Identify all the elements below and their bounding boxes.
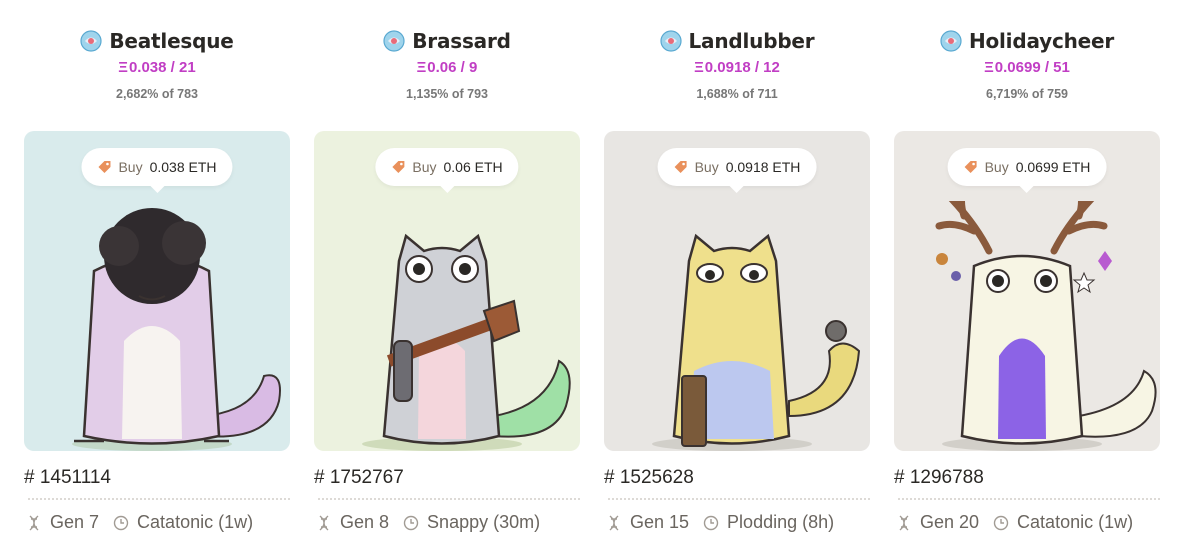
price-tag-icon bbox=[964, 161, 977, 173]
dna-icon bbox=[29, 514, 39, 531]
dna-icon bbox=[319, 514, 329, 531]
card-divider bbox=[28, 498, 290, 500]
cooldown: Catatonic (1w) bbox=[137, 512, 254, 532]
kitty-illustration bbox=[72, 208, 281, 451]
kitty-meta: Gen 8 Snappy (30m) bbox=[316, 512, 540, 533]
cattribute-price[interactable]: Ξ0.06 / 9 bbox=[314, 57, 580, 79]
buy-button[interactable]: Buy 0.06 ETH bbox=[375, 148, 519, 186]
cooldown: Plodding (8h) bbox=[727, 512, 835, 532]
cattribute-badge-icon bbox=[383, 30, 405, 52]
generation: Gen 20 bbox=[920, 512, 980, 532]
card-divider bbox=[318, 498, 580, 500]
kitty-id[interactable]: # 1752767 bbox=[314, 467, 404, 489]
rarity-stat: 6,719% of 759 bbox=[986, 87, 1068, 101]
buy-price: 0.0699 ETH bbox=[1015, 159, 1091, 175]
cattribute-name[interactable]: Landlubber bbox=[689, 29, 815, 53]
kitty-image[interactable]: Buy 0.06 ETH bbox=[314, 131, 580, 451]
kitty-illustration bbox=[362, 233, 571, 451]
dna-icon bbox=[609, 514, 619, 531]
rarity-stat: 2,682% of 783 bbox=[116, 87, 198, 101]
cattribute-name[interactable]: Holidaycheer bbox=[969, 29, 1114, 53]
buy-price: 0.0918 ETH bbox=[725, 159, 801, 175]
kitty-meta: Gen 7 Catatonic (1w) bbox=[26, 512, 253, 533]
kitty-id[interactable]: # 1296788 bbox=[894, 467, 984, 489]
cattribute-badge-icon bbox=[80, 30, 102, 52]
price-tag-icon bbox=[674, 161, 687, 173]
cattribute-badge-icon bbox=[940, 30, 962, 52]
price-count: 0.0699 / 51 bbox=[994, 59, 1070, 76]
price-count: 0.038 / 21 bbox=[128, 59, 196, 76]
kitty-id[interactable]: # 1451114 bbox=[24, 467, 111, 489]
card-divider bbox=[608, 498, 870, 500]
clock-icon bbox=[703, 515, 719, 530]
kitty-image[interactable]: Buy 0.0918 ETH bbox=[604, 131, 870, 451]
kitty-image[interactable]: Buy 0.038 ETH bbox=[24, 131, 290, 451]
price-count: 0.06 / 9 bbox=[427, 59, 478, 76]
cattribute-price[interactable]: Ξ0.038 / 21 bbox=[24, 57, 290, 79]
kitty-card[interactable]: Brassard Ξ0.06 / 9 1,135% of 793 Buy 0.0… bbox=[314, 0, 580, 560]
kitty-illustration bbox=[935, 201, 1157, 451]
cattribute-price[interactable]: Ξ0.0918 / 12 bbox=[604, 57, 870, 79]
buy-button[interactable]: Buy 0.0699 ETH bbox=[947, 148, 1107, 186]
card-header: Beatlesque Ξ0.038 / 21 2,682% of 783 bbox=[24, 27, 290, 103]
card-header: Landlubber Ξ0.0918 / 12 1,688% of 711 bbox=[604, 27, 870, 103]
price-count: 0.0918 / 12 bbox=[704, 59, 780, 76]
buy-label: Buy bbox=[118, 159, 143, 175]
eth-symbol: Ξ bbox=[118, 59, 128, 76]
buy-label: Buy bbox=[694, 159, 719, 175]
kitty-card[interactable]: Holidaycheer Ξ0.0699 / 51 6,719% of 759 … bbox=[894, 0, 1160, 560]
kitty-id[interactable]: # 1525628 bbox=[604, 467, 694, 489]
clock-icon bbox=[403, 515, 419, 530]
clock-icon bbox=[993, 515, 1009, 530]
eth-symbol: Ξ bbox=[984, 59, 994, 76]
kitty-illustration bbox=[652, 233, 861, 451]
clock-icon bbox=[113, 515, 129, 530]
generation: Gen 7 bbox=[50, 512, 100, 532]
buy-label: Buy bbox=[412, 159, 437, 175]
cattribute-name[interactable]: Beatlesque bbox=[109, 29, 234, 53]
price-tag-icon bbox=[392, 161, 405, 173]
card-divider bbox=[898, 498, 1160, 500]
buy-price: 0.038 ETH bbox=[149, 159, 217, 175]
buy-label: Buy bbox=[984, 159, 1009, 175]
kitty-image[interactable]: Buy 0.0699 ETH bbox=[894, 131, 1160, 451]
buy-button[interactable]: Buy 0.0918 ETH bbox=[657, 148, 817, 186]
buy-button[interactable]: Buy 0.038 ETH bbox=[81, 148, 233, 186]
cooldown: Catatonic (1w) bbox=[1017, 512, 1134, 532]
dna-icon bbox=[899, 514, 909, 531]
buy-price: 0.06 ETH bbox=[443, 159, 503, 175]
cattribute-name[interactable]: Brassard bbox=[412, 29, 511, 53]
kitty-card[interactable]: Beatlesque Ξ0.038 / 21 2,682% of 783 Buy… bbox=[24, 0, 290, 560]
cattribute-badge-icon bbox=[659, 30, 682, 52]
eth-symbol: Ξ bbox=[416, 59, 427, 76]
rarity-stat: 1,688% of 711 bbox=[696, 87, 778, 101]
kitty-meta: Gen 15 Plodding (8h) bbox=[606, 512, 834, 533]
kitty-meta: Gen 20 Catatonic (1w) bbox=[896, 512, 1133, 533]
kitty-card[interactable]: Landlubber Ξ0.0918 / 12 1,688% of 711 Bu… bbox=[604, 0, 870, 560]
price-tag-icon bbox=[98, 161, 111, 173]
cooldown: Snappy (30m) bbox=[427, 512, 541, 532]
cattribute-price[interactable]: Ξ0.0699 / 51 bbox=[894, 57, 1160, 79]
card-header: Holidaycheer Ξ0.0699 / 51 6,719% of 759 bbox=[894, 27, 1160, 103]
rarity-stat: 1,135% of 793 bbox=[406, 87, 488, 101]
kitty-card-grid: Beatlesque Ξ0.038 / 21 2,682% of 783 Buy… bbox=[0, 0, 1180, 560]
generation: Gen 15 bbox=[630, 512, 690, 532]
card-header: Brassard Ξ0.06 / 9 1,135% of 793 bbox=[314, 27, 580, 103]
eth-symbol: Ξ bbox=[694, 59, 704, 76]
generation: Gen 8 bbox=[340, 512, 390, 532]
